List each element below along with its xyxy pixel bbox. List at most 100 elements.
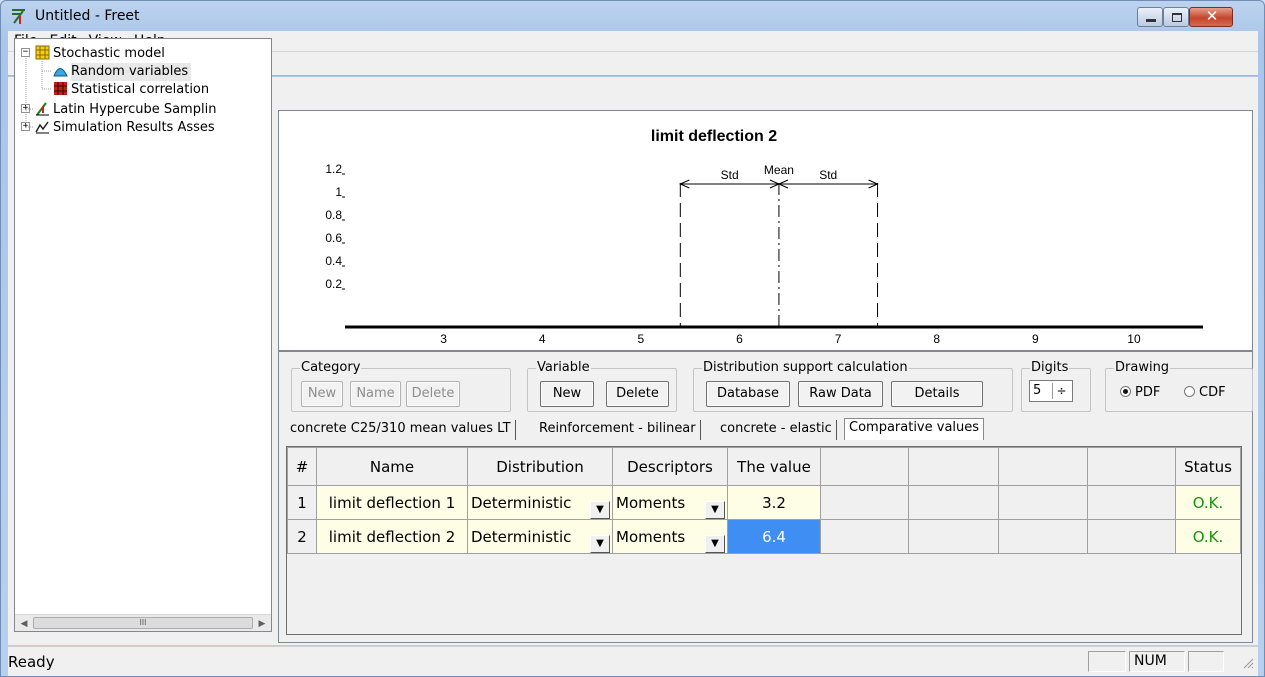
minimize-button[interactable] (1137, 7, 1163, 27)
table-row: 1 limit deflection 1 Deterministic ▼ Mome… (287, 485, 1241, 520)
maximize-icon (1172, 13, 1182, 22)
x-tick-label: 8 (933, 332, 940, 346)
status-cell[interactable]: O.K. (1175, 519, 1241, 554)
row-number[interactable]: 1 (287, 485, 317, 520)
tree-expander-expand[interactable]: + (21, 122, 30, 131)
y-tick-label: 1.2 (325, 162, 342, 176)
resize-grip-icon[interactable] (1242, 657, 1254, 669)
dropdown-arrow-icon[interactable]: ▼ (590, 534, 610, 553)
header-descriptors[interactable]: Descriptors (612, 447, 728, 486)
category-group-label: Category (300, 360, 362, 375)
category-new-button[interactable]: New (301, 381, 343, 407)
scroll-left-icon[interactable]: ◀ (16, 616, 32, 630)
dropdown-arrow-icon[interactable]: ▼ (705, 534, 725, 553)
header-value[interactable]: The value (727, 447, 821, 486)
y-tick-label: 0.6 (325, 231, 342, 245)
spin-arrows-icon[interactable]: ÷ (1052, 383, 1070, 399)
results-chart-icon (35, 121, 49, 134)
status-bar: Ready NUM (8, 646, 1258, 676)
category-delete-button[interactable]: Delete (406, 381, 460, 407)
y-tick-label: 0.8 (325, 208, 342, 222)
status-cell[interactable]: O.K. (1175, 485, 1241, 520)
x-tick-label: 6 (736, 332, 743, 346)
category-name-button[interactable]: Name (350, 381, 401, 407)
digits-value: 5 (1033, 383, 1042, 398)
header-distribution[interactable]: Distribution (467, 447, 613, 486)
digits-group: Digits 5 ÷ (1021, 360, 1091, 412)
name-cell[interactable]: limit deflection 2 (316, 519, 468, 554)
tab-concrete-c25-310[interactable]: concrete C25/310 mean values LT (286, 420, 516, 440)
tree-item-latin-hypercube-sampling[interactable]: Latin Hypercube Samplin (53, 101, 216, 119)
distribution-combo[interactable]: Deterministic ▼ (468, 528, 612, 553)
sampling-icon (36, 102, 49, 116)
y-tick-label: 0.2 (325, 277, 342, 291)
distribution-chart: limit deflection 2 1.2 1 0.8 0.6 0.4 0.2 3 4 5 6… (325, 128, 1203, 346)
tree-item-simulation-results-assessment[interactable]: Simulation Results Asses (53, 119, 215, 137)
scroll-right-icon[interactable]: ▶ (254, 616, 270, 630)
minimize-icon (1146, 19, 1156, 22)
variable-new-button[interactable]: New (540, 381, 594, 407)
distribution-combo[interactable]: Deterministic ▼ (468, 494, 612, 519)
variable-delete-button[interactable]: Delete (606, 381, 669, 407)
tab-concrete-elastic[interactable]: concrete - elastic (716, 420, 837, 440)
name-cell[interactable]: limit deflection 1 (316, 485, 468, 520)
correlation-matrix-icon (54, 82, 67, 95)
descriptors-combo[interactable]: Moments ▼ (613, 528, 727, 553)
database-button[interactable]: Database (706, 381, 790, 407)
maximize-button[interactable] (1163, 7, 1189, 27)
empty-cell (998, 485, 1088, 520)
distribution-cell[interactable]: Deterministic ▼ (467, 485, 613, 520)
pdf-radio[interactable]: PDF (1120, 385, 1160, 400)
tree-item-random-variables[interactable]: Random variables (71, 63, 192, 81)
header-status[interactable]: Status (1175, 447, 1241, 486)
digits-spinner[interactable]: 5 ÷ (1029, 380, 1073, 402)
drawing-group: Drawing PDF CDF (1105, 360, 1253, 412)
variables-grid: # Name Distribution Descriptors The valu… (286, 446, 1242, 635)
num-lock-indicator: NUM (1129, 651, 1185, 672)
cdf-radio[interactable]: CDF (1184, 385, 1226, 400)
descriptors-cell[interactable]: Moments ▼ (612, 485, 728, 520)
tree-item-statistical-correlation[interactable]: Statistical correlation (71, 81, 209, 99)
tree-expander-expand[interactable]: + (21, 104, 30, 113)
tab-reinforcement-bilinear[interactable]: Reinforcement - bilinear (535, 420, 701, 440)
row-number[interactable]: 2 (287, 519, 317, 554)
distribution-support-label: Distribution support calculation (702, 360, 909, 375)
header-empty (998, 447, 1088, 486)
table-row: 2 limit deflection 2 Deterministic ▼ Mome… (287, 519, 1241, 554)
details-button[interactable]: Details (891, 381, 983, 407)
variables-table: # Name Distribution Descriptors The valu… (287, 447, 1241, 554)
empty-cell (820, 485, 909, 520)
empty-cell (1087, 485, 1176, 520)
x-tick-label: 5 (638, 332, 645, 346)
mean-label: Mean (764, 163, 794, 177)
digits-group-label: Digits (1030, 360, 1070, 375)
tab-comparative-values[interactable]: Comparative values (844, 418, 985, 440)
header-name[interactable]: Name (316, 447, 468, 486)
scroll-thumb[interactable]: III (33, 617, 253, 629)
dropdown-arrow-icon[interactable]: ▼ (590, 500, 610, 519)
x-tick-label: 7 (835, 332, 842, 346)
header-num: # (287, 447, 317, 486)
window-title: Untitled - Freet (35, 8, 140, 24)
header-empty (820, 447, 909, 486)
empty-cell (908, 485, 999, 520)
tree-item-stochastic-model[interactable]: Stochastic model (53, 45, 165, 63)
y-tick-label: 1 (335, 185, 342, 199)
status-panel-empty (1188, 651, 1224, 672)
tree-horizontal-scrollbar[interactable]: ◀ III ▶ (15, 614, 271, 631)
close-button[interactable]: ✕ (1189, 7, 1233, 27)
tree-expander-collapse[interactable]: − (21, 48, 30, 57)
raw-data-button[interactable]: Raw Data (798, 381, 883, 407)
value-cell-selected[interactable]: 6.4 (727, 519, 821, 554)
empty-cell (820, 519, 909, 554)
freet-app-icon (12, 9, 25, 24)
project-tree[interactable]: − Stochastic model Random variables Stat… (14, 38, 272, 632)
dropdown-arrow-icon[interactable]: ▼ (705, 500, 725, 519)
title-bar[interactable]: Untitled - Freet ✕ (1, 1, 1264, 31)
variable-group-label: Variable (536, 360, 591, 375)
std-right-label: Std (819, 168, 837, 182)
distribution-cell[interactable]: Deterministic ▼ (467, 519, 613, 554)
descriptors-combo[interactable]: Moments ▼ (613, 494, 727, 519)
value-cell[interactable]: 3.2 (727, 485, 821, 520)
descriptors-cell[interactable]: Moments ▼ (612, 519, 728, 554)
